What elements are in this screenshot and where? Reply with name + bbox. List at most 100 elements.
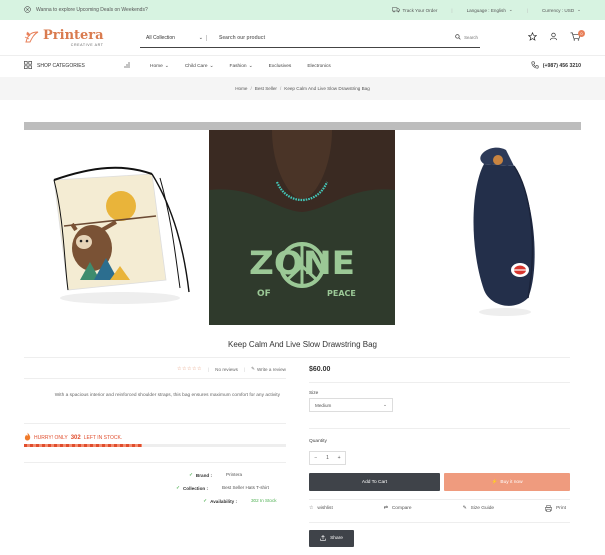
buy-now-button[interactable]: ⚡ Buy it now <box>444 473 570 491</box>
write-review-label: Write a review <box>256 366 286 372</box>
quantity-stepper: − 1 + <box>309 451 346 465</box>
share-icon <box>320 534 326 543</box>
product-description: With a spacious interior and reinforced … <box>54 393 280 398</box>
meta-collection-label: Collection : <box>182 485 208 491</box>
meta-brand-value[interactable]: Printera <box>226 472 286 478</box>
search-button-label: Search <box>464 35 478 40</box>
quantity-increase-button[interactable]: + <box>338 455 341 461</box>
collection-select[interactable]: All Collection ⌄ <box>140 34 207 41</box>
meta-brand-key: ✓ Brand : <box>189 472 212 478</box>
brand-tagline: CREATIVE ART <box>70 42 104 47</box>
meta-collection-key: ✓ Collection : <box>176 485 208 491</box>
breadcrumb-home[interactable]: Home <box>235 86 247 91</box>
track-order-link[interactable]: Track Your Order <box>391 6 437 14</box>
gallery-image-tshirt[interactable]: ZONE OF PEACE <box>209 130 395 325</box>
baseball-cap-illustration <box>410 130 581 325</box>
check-icon: ✓ <box>189 472 193 477</box>
phone-contact[interactable]: (+987) 456 3210 <box>531 61 581 71</box>
print-button[interactable]: Print <box>545 505 566 512</box>
divider: | <box>451 7 453 13</box>
nav-item-fashion[interactable]: Fashion ⌄ <box>230 64 253 69</box>
chevron-down-icon: ⌄ <box>198 34 203 41</box>
search-button[interactable]: Search <box>455 34 480 41</box>
search-input[interactable] <box>207 34 456 41</box>
currency-label: Currency : USD <box>541 7 575 13</box>
quantity-value[interactable]: 1 <box>326 455 329 461</box>
divider <box>309 499 570 500</box>
user-icon[interactable] <box>549 32 558 43</box>
print-label: Print <box>556 506 566 511</box>
check-icon: ✓ <box>203 498 208 503</box>
meta-collection-value[interactable]: Best Seller Hats T-shirt <box>222 485 286 491</box>
divider <box>24 357 570 358</box>
nav-item-child-care[interactable]: Child Care ⌄ <box>185 64 214 69</box>
size-guide-button[interactable]: ✎ Size Guide <box>463 505 495 512</box>
divider: | <box>243 366 246 372</box>
announcement-text[interactable]: Wanna to explore Upcoming Deals on Weeke… <box>36 7 148 13</box>
share-button[interactable]: Share <box>309 530 354 547</box>
shop-categories-label: SHOP CATEGORIES <box>37 63 85 69</box>
currency-select[interactable]: Currency : USD ⌄ <box>542 7 581 13</box>
breadcrumb-best-seller[interactable]: Best Seller <box>255 86 277 91</box>
chevron-down-icon: ⌄ <box>248 63 253 69</box>
nav-item-label: Home <box>150 63 163 69</box>
gallery-image-cap[interactable] <box>410 130 581 325</box>
chevron-down-icon: ⌄ <box>164 63 169 69</box>
nav-item-exclusives[interactable]: Exclusives <box>269 64 292 69</box>
phone-icon <box>531 61 539 71</box>
truck-icon <box>391 6 400 14</box>
close-circle-icon[interactable] <box>24 5 31 15</box>
shop-categories-button[interactable]: SHOP CATEGORIES <box>24 61 130 71</box>
buy-now-label: Buy it now <box>500 479 523 485</box>
meta-availability-row: ✓ Availability : 302 In Stock <box>24 498 286 504</box>
announcement-right: Track Your Order | Language : English ⌄ |… <box>391 6 581 14</box>
cart-count-badge: 0 <box>578 30 585 37</box>
size-guide-label: Size Guide <box>470 506 495 511</box>
divider <box>24 378 286 379</box>
product-meta: ✓ Brand : Printera ✓ Collection : Best Sel… <box>24 472 286 511</box>
stock-warning-prefix: HURRY! ONLY <box>34 434 68 441</box>
size-select[interactable]: Medium ⌄ <box>309 398 393 412</box>
wishlist-button[interactable]: ☆ wishlist <box>309 505 333 512</box>
write-review-link[interactable]: ✎ Write a review <box>251 366 286 372</box>
nav-item-label: Child Care <box>184 63 208 69</box>
nav-item-home[interactable]: Home ⌄ <box>150 64 169 69</box>
tshirt-graphic-peace: PEACE <box>327 289 356 298</box>
stock-progress-bar <box>24 444 286 447</box>
nav-item-electronics[interactable]: Electronics <box>307 64 330 69</box>
size-value: Medium <box>315 402 332 408</box>
nav-menu: Home ⌄ Child Care ⌄ Fashion ⌄ Exclusives El… <box>150 64 331 69</box>
stock-warning-suffix: LEFT IN STOCK. <box>83 434 123 441</box>
zone-of-peace-tshirt-illustration: ZONE OF PEACE <box>209 130 395 325</box>
star-icon[interactable] <box>527 31 538 43</box>
fire-icon <box>24 432 31 443</box>
logo-text: Printera CREATIVE ART <box>43 29 104 47</box>
wishlist-label: wishlist <box>317 506 333 511</box>
quantity-decrease-button[interactable]: − <box>314 455 317 461</box>
add-to-cart-button[interactable]: Add To Cart <box>309 473 440 491</box>
stock-warning: HURRY! ONLY 302 LEFT IN STOCK. <box>24 432 122 443</box>
search-bar: All Collection ⌄ Search <box>140 28 480 48</box>
pencil-icon: ✎ <box>251 366 255 371</box>
brand-name: Printera <box>43 27 104 43</box>
meta-collection-row: ✓ Collection : Best Seller Hats T-shirt <box>24 485 286 491</box>
language-select[interactable]: Language : English ⌄ <box>467 7 513 13</box>
language-label: Language : English <box>466 7 506 13</box>
check-icon: ✓ <box>176 485 180 490</box>
cart-button[interactable]: 0 <box>570 30 585 43</box>
divider <box>24 423 286 424</box>
rating-stars-icon[interactable]: ☆☆☆☆☆ <box>177 366 202 372</box>
share-label: Share <box>330 536 343 541</box>
product-gallery: ZONE OF PEACE <box>24 122 581 325</box>
logo-mark-icon <box>24 30 40 46</box>
gallery-top-strip <box>24 122 581 130</box>
gallery-image-drawstring-bag[interactable] <box>24 130 208 325</box>
compare-button[interactable]: ⇄ Compare <box>384 505 412 512</box>
main-nav: SHOP CATEGORIES Home ⌄ Child Care ⌄ Fashio… <box>0 56 605 76</box>
chevron-down-icon: ⌄ <box>508 7 513 12</box>
logo[interactable]: Printera CREATIVE ART <box>24 29 144 47</box>
divider: | <box>526 7 528 13</box>
drawstring-bag-illustration <box>24 130 208 325</box>
cart-icon <box>570 32 581 43</box>
nav-item-label: Exclusives <box>268 63 292 69</box>
